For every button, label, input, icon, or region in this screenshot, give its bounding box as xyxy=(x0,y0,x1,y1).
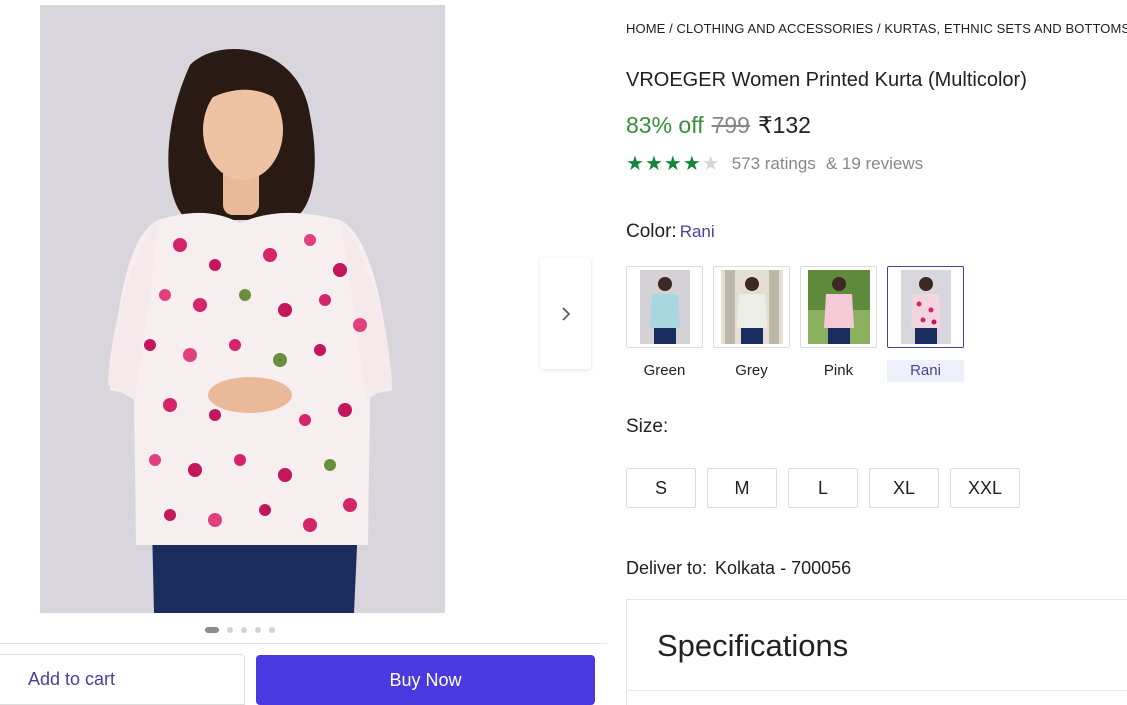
color-thumbnail xyxy=(887,266,964,348)
specifications-divider xyxy=(627,690,1127,691)
size-option-xl[interactable]: XL xyxy=(869,468,939,508)
reviews-count: & 19 reviews xyxy=(825,154,924,173)
gallery-dot[interactable] xyxy=(241,627,247,633)
size-options: S M L XL XXL xyxy=(626,468,1020,508)
action-bar-divider xyxy=(0,643,607,644)
gallery-dot[interactable] xyxy=(205,627,219,633)
delivery-pincode: Kolkata - 700056 xyxy=(715,558,852,578)
color-option-grey[interactable]: Grey xyxy=(713,266,790,382)
size-option-m[interactable]: M xyxy=(707,468,777,508)
breadcrumb[interactable]: HOME / CLOTHING AND ACCESSORIES / KURTAS… xyxy=(626,21,1127,36)
color-option-green[interactable]: Green xyxy=(626,266,703,382)
color-thumbnail xyxy=(626,266,703,348)
specifications-title: Specifications xyxy=(657,628,849,663)
gallery-dot[interactable] xyxy=(227,627,233,633)
color-option-label: Grey xyxy=(735,362,768,379)
gallery-dot[interactable] xyxy=(255,627,261,633)
color-option-label: Rani xyxy=(887,360,964,382)
selling-price: ₹132 xyxy=(757,112,811,138)
star-icon: ★ xyxy=(644,153,663,175)
rating-row[interactable]: ★ ★ ★ ★ ★ 573 ratings & 19 reviews xyxy=(626,154,923,174)
color-option-label: Pink xyxy=(823,362,854,379)
product-main-image[interactable] xyxy=(40,5,445,613)
price-row: 83% off 799 ₹132 xyxy=(626,112,811,139)
color-thumbnail xyxy=(713,266,790,348)
ratings-count: 573 ratings xyxy=(731,154,816,173)
color-option-pink[interactable]: Pink xyxy=(800,266,877,382)
delivery-label: Deliver to: xyxy=(626,558,708,578)
color-thumbnail xyxy=(800,266,877,348)
color-option-rani[interactable]: Rani xyxy=(887,266,964,382)
gallery-next-button[interactable] xyxy=(540,258,591,369)
color-label-text: Color: xyxy=(626,221,677,242)
buy-now-button[interactable]: Buy Now xyxy=(256,655,595,705)
add-to-cart-button[interactable]: Add to cart xyxy=(0,654,245,705)
size-option-s[interactable]: S xyxy=(626,468,696,508)
rating-stars: ★ ★ ★ ★ ★ xyxy=(626,154,720,174)
star-icon: ★ xyxy=(626,153,644,175)
original-price: 799 xyxy=(711,112,750,138)
size-option-l[interactable]: L xyxy=(788,468,858,508)
delivery-location[interactable]: Deliver to: Kolkata - 700056 xyxy=(626,558,851,579)
color-label: Color: Rani xyxy=(626,221,715,243)
product-title: VROEGER Women Printed Kurta (Multicolor) xyxy=(626,69,1027,91)
discount-percent: 83% off xyxy=(626,112,704,138)
star-icon: ★ xyxy=(701,153,720,175)
size-label: Size: xyxy=(626,416,669,437)
chevron-right-icon xyxy=(561,306,570,321)
star-icon: ★ xyxy=(663,153,682,175)
gallery-pagination xyxy=(205,627,275,633)
color-swatches: Green Grey Pink Rani xyxy=(626,266,964,382)
gallery-dot[interactable] xyxy=(269,627,275,633)
selected-color: Rani xyxy=(679,222,715,241)
size-option-xxl[interactable]: XXL xyxy=(950,468,1020,508)
star-icon: ★ xyxy=(682,153,701,175)
specifications-section: Specifications xyxy=(626,599,1127,705)
color-option-label: Green xyxy=(643,362,686,379)
